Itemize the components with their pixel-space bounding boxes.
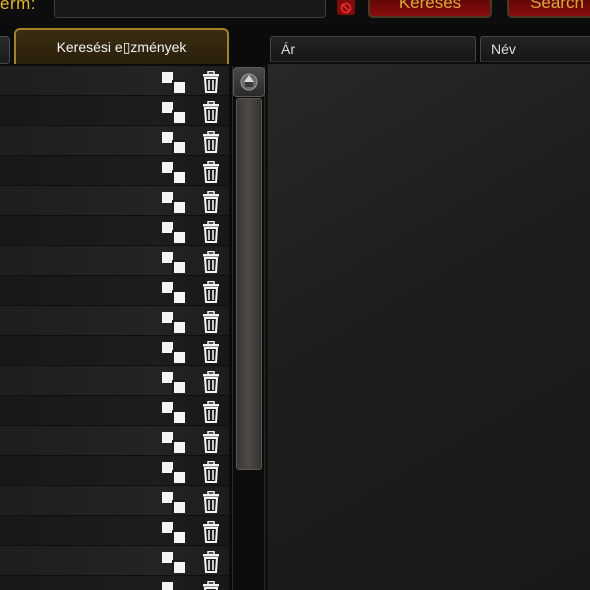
search-term-label: erm: [0, 0, 36, 13]
copy-icon[interactable] [162, 402, 186, 423]
copy-icon[interactable] [162, 492, 186, 513]
history-row[interactable] [0, 246, 229, 276]
trash-icon[interactable] [201, 400, 221, 423]
history-row[interactable] [0, 396, 229, 426]
history-row[interactable] [0, 126, 229, 156]
history-row[interactable] [0, 546, 229, 576]
trash-icon[interactable] [201, 190, 221, 213]
copy-icon[interactable] [162, 252, 186, 273]
results-panel [266, 64, 590, 590]
history-row[interactable] [0, 336, 229, 366]
trash-icon[interactable] [201, 490, 221, 513]
history-row[interactable] [0, 276, 229, 306]
history-row[interactable] [0, 156, 229, 186]
search-bar: erm: Keresés Search [0, 0, 590, 24]
tab-search-history[interactable]: Keresési e▯zmények [14, 28, 229, 64]
copy-icon[interactable] [162, 522, 186, 543]
history-row[interactable] [0, 216, 229, 246]
history-row[interactable] [0, 306, 229, 336]
trash-icon[interactable] [201, 280, 221, 303]
trash-icon[interactable] [201, 580, 221, 590]
search-input[interactable] [54, 0, 326, 18]
copy-icon[interactable] [162, 222, 186, 243]
search-history-list [0, 66, 229, 590]
trash-icon[interactable] [201, 130, 221, 153]
trash-icon[interactable] [201, 370, 221, 393]
search-button[interactable]: Keresés [368, 0, 492, 18]
trash-icon[interactable] [201, 70, 221, 93]
trash-icon[interactable] [201, 160, 221, 183]
copy-icon[interactable] [162, 552, 186, 573]
column-header-name[interactable]: Név [480, 36, 590, 62]
scrollbar-thumb[interactable] [236, 98, 262, 470]
history-row[interactable] [0, 486, 229, 516]
copy-icon[interactable] [162, 582, 186, 590]
clear-search-button[interactable] [337, 0, 355, 15]
trash-icon[interactable] [201, 100, 221, 123]
trash-icon[interactable] [201, 340, 221, 363]
history-row[interactable] [0, 66, 229, 96]
trash-icon[interactable] [201, 250, 221, 273]
copy-icon[interactable] [162, 282, 186, 303]
trash-icon[interactable] [201, 550, 221, 573]
copy-icon[interactable] [162, 132, 186, 153]
history-row[interactable] [0, 456, 229, 486]
trash-icon[interactable] [201, 430, 221, 453]
trash-icon[interactable] [201, 220, 221, 243]
history-row[interactable] [0, 96, 229, 126]
copy-icon[interactable] [162, 72, 186, 93]
history-row[interactable] [0, 516, 229, 546]
copy-icon[interactable] [162, 372, 186, 393]
column-header-price[interactable]: Ár [270, 36, 476, 62]
copy-icon[interactable] [162, 192, 186, 213]
trash-icon[interactable] [201, 310, 221, 333]
copy-icon[interactable] [162, 462, 186, 483]
copy-icon[interactable] [162, 312, 186, 333]
history-row[interactable] [0, 426, 229, 456]
copy-icon[interactable] [162, 162, 186, 183]
search-button-secondary[interactable]: Search [507, 0, 590, 18]
history-row[interactable] [0, 366, 229, 396]
arrow-up-icon [240, 73, 258, 91]
no-sign-icon [340, 2, 352, 13]
history-row[interactable] [0, 576, 229, 590]
history-row[interactable] [0, 186, 229, 216]
trash-icon[interactable] [201, 520, 221, 543]
trash-icon[interactable] [201, 460, 221, 483]
tab-previous[interactable] [0, 36, 10, 64]
copy-icon[interactable] [162, 342, 186, 363]
copy-icon[interactable] [162, 102, 186, 123]
scroll-up-button[interactable] [233, 67, 265, 97]
copy-icon[interactable] [162, 432, 186, 453]
